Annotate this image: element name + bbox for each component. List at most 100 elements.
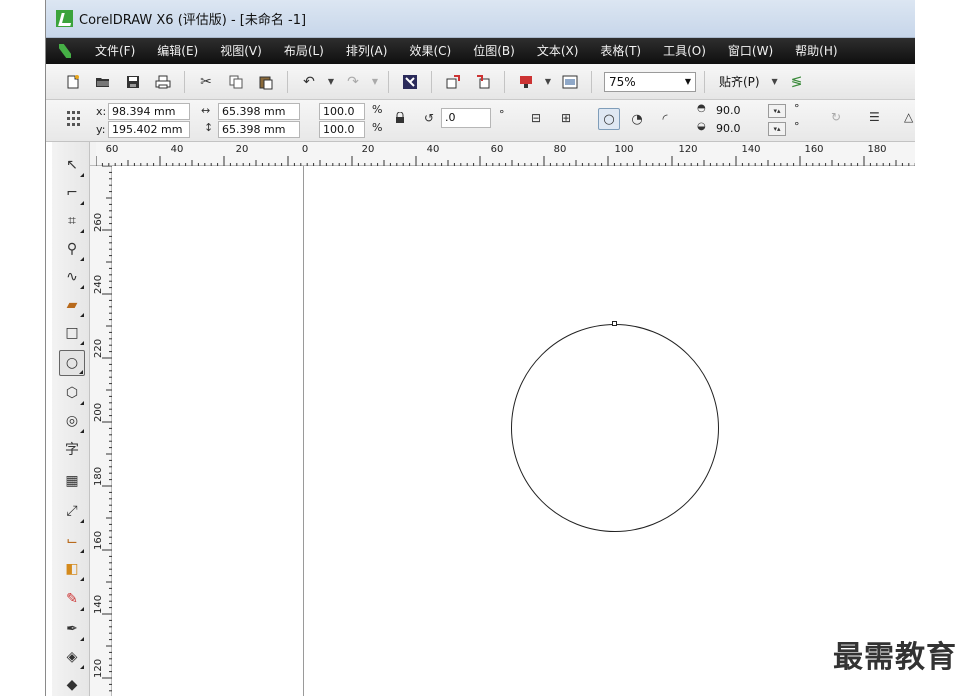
application-launcher-icon[interactable]	[513, 69, 539, 95]
options-icon[interactable]: ≶	[784, 69, 810, 95]
property-bar: x: 98.394 mm y: 195.402 mm ↔ 65.398 mm ↕…	[46, 100, 915, 142]
toolbar-separator	[504, 70, 505, 93]
horizontal-ruler[interactable]: 60 40 20 0 20 40 60 80 100 120 140 160 1…	[96, 142, 915, 166]
chevron-down-icon: ▼	[684, 77, 691, 86]
scale-y-field[interactable]: 100.0	[319, 121, 365, 138]
scale-y-percent: %	[372, 121, 383, 134]
menu-file[interactable]: 文件(F)	[84, 38, 146, 64]
start-angle-field[interactable]: 90.0	[713, 103, 763, 120]
object-origin-icon[interactable]	[66, 109, 82, 134]
zoom-tool-icon[interactable]: ⚲	[59, 236, 85, 262]
rectangle-tool-icon[interactable]: □	[59, 320, 85, 346]
menu-view[interactable]: 视图(V)	[209, 38, 273, 64]
x-position-label: x:	[96, 105, 107, 118]
mirror-vertical-icon[interactable]: ⊞	[561, 111, 571, 125]
ellipse-object[interactable]	[511, 324, 719, 532]
app-window: CorelDRAW X6 (评估版) - [未命名 -1] 文件(F) 编辑(E…	[45, 0, 915, 696]
menu-text[interactable]: 文本(X)	[526, 38, 590, 64]
import-icon[interactable]	[440, 69, 466, 95]
rotation-angle-field[interactable]: .0	[441, 108, 491, 128]
redo-icon[interactable]: ↷	[340, 69, 366, 95]
ruler-tick-label: 40	[426, 144, 440, 155]
object-width-field[interactable]: 65.398 mm	[218, 103, 300, 120]
drawing-canvas[interactable]	[112, 166, 915, 696]
dimension-tool-icon[interactable]: ⤢	[59, 498, 85, 524]
window-title: CorelDRAW X6 (评估版) - [未命名 -1]	[79, 13, 307, 28]
launcher-dropdown-icon[interactable]: ▼	[543, 77, 553, 86]
ruler-tick-label: 120	[678, 144, 698, 155]
menu-help[interactable]: 帮助(H)	[784, 38, 848, 64]
welcome-screen-icon[interactable]	[557, 69, 583, 95]
crop-tool-icon[interactable]: ⌗	[59, 208, 85, 234]
y-position-field[interactable]: 195.402 mm	[108, 121, 190, 138]
object-height-field[interactable]: 65.398 mm	[218, 121, 300, 138]
shape-tool-icon[interactable]: ⌐	[59, 180, 85, 206]
eyedropper-tool-icon[interactable]: ✎	[59, 586, 85, 612]
height-arrows-icon: ↕	[204, 121, 214, 134]
ruler-tick-label: 180	[93, 466, 104, 486]
menu-layout[interactable]: 布局(L)	[273, 38, 335, 64]
text-tool-icon[interactable]: 字	[59, 436, 85, 462]
open-folder-icon[interactable]	[90, 69, 116, 95]
end-angle-icon: ◒	[697, 121, 706, 132]
search-content-icon[interactable]	[397, 69, 423, 95]
ruler-tick-label: 220	[93, 338, 104, 358]
ruler-tick-label: 120	[93, 658, 104, 678]
snap-to-menu[interactable]: 贴齐(P)	[713, 73, 766, 90]
interactive-effects-tool-icon[interactable]: ◧	[59, 556, 85, 582]
end-angle-field[interactable]: 90.0	[713, 121, 763, 138]
ruler-tick-label: 0	[301, 144, 309, 155]
zoom-level-value: 75%	[609, 74, 636, 89]
menu-arrange[interactable]: 排列(A)	[335, 38, 399, 64]
lock-ratio-icon[interactable]	[395, 111, 405, 127]
basic-shapes-tool-icon[interactable]: ◎	[59, 408, 85, 434]
polygon-tool-icon[interactable]: ⬡	[59, 380, 85, 406]
wrap-text-icon[interactable]: ☰	[869, 110, 880, 124]
paste-icon[interactable]	[253, 69, 279, 95]
new-document-icon[interactable]	[60, 69, 86, 95]
fill-tool-icon[interactable]: ◈	[59, 644, 85, 670]
arc-mode-icon[interactable]: ◜	[654, 108, 676, 130]
vertical-ruler[interactable]: 260 240 220 200 180 160 140 120	[90, 166, 112, 696]
menu-table[interactable]: 表格(T)	[589, 38, 652, 64]
pie-mode-icon[interactable]: ◔	[626, 108, 648, 130]
redo-dropdown-icon[interactable]: ▼	[370, 77, 380, 86]
zoom-level-select[interactable]: 75% ▼	[604, 71, 696, 92]
mirror-horizontal-icon[interactable]: ⊟	[531, 111, 541, 125]
table-tool-icon[interactable]: ▦	[59, 468, 85, 494]
outline-pen-tool-icon[interactable]: ✒	[59, 616, 85, 642]
ellipse-mode-icon[interactable]: ○	[598, 108, 620, 130]
change-direction-icon[interactable]: ↻	[831, 110, 841, 124]
toolbar-separator	[287, 70, 288, 93]
end-angle-spinner[interactable]: ▾▴	[768, 122, 786, 136]
interactive-fill-tool-icon[interactable]: ◆	[59, 672, 85, 696]
print-icon[interactable]	[150, 69, 176, 95]
menu-tools[interactable]: 工具(O)	[652, 38, 717, 64]
smart-fill-tool-icon[interactable]: ▰	[59, 292, 85, 318]
ruler-tick-label: 240	[93, 274, 104, 294]
pick-tool-icon[interactable]: ↖	[59, 152, 85, 178]
freehand-tool-icon[interactable]: ∿	[59, 264, 85, 290]
cut-icon[interactable]: ✂	[193, 69, 219, 95]
menu-bitmaps[interactable]: 位图(B)	[462, 38, 526, 64]
menu-effects[interactable]: 效果(C)	[398, 38, 462, 64]
menu-window[interactable]: 窗口(W)	[717, 38, 784, 64]
scale-x-field[interactable]: 100.0	[319, 103, 365, 120]
watermark-text: 最需教育	[833, 640, 957, 675]
x-position-field[interactable]: 98.394 mm	[108, 103, 190, 120]
ellipse-node-handle[interactable]	[612, 321, 617, 326]
copy-icon[interactable]	[223, 69, 249, 95]
connector-tool-icon[interactable]: ⌙	[59, 528, 85, 554]
menu-edit[interactable]: 编辑(E)	[146, 38, 209, 64]
undo-dropdown-icon[interactable]: ▼	[326, 77, 336, 86]
snap-dropdown-icon[interactable]: ▼	[770, 77, 780, 86]
ruler-tick-label: 60	[490, 144, 504, 155]
undo-icon[interactable]: ↶	[296, 69, 322, 95]
start-angle-spinner[interactable]: ▾▴	[768, 104, 786, 118]
save-icon[interactable]	[120, 69, 146, 95]
menu-logo-icon[interactable]	[54, 38, 76, 64]
ellipse-tool-icon[interactable]: ○	[59, 350, 85, 376]
export-icon[interactable]	[470, 69, 496, 95]
toolbar-separator	[184, 70, 185, 93]
outline-icon[interactable]: △	[904, 110, 913, 124]
